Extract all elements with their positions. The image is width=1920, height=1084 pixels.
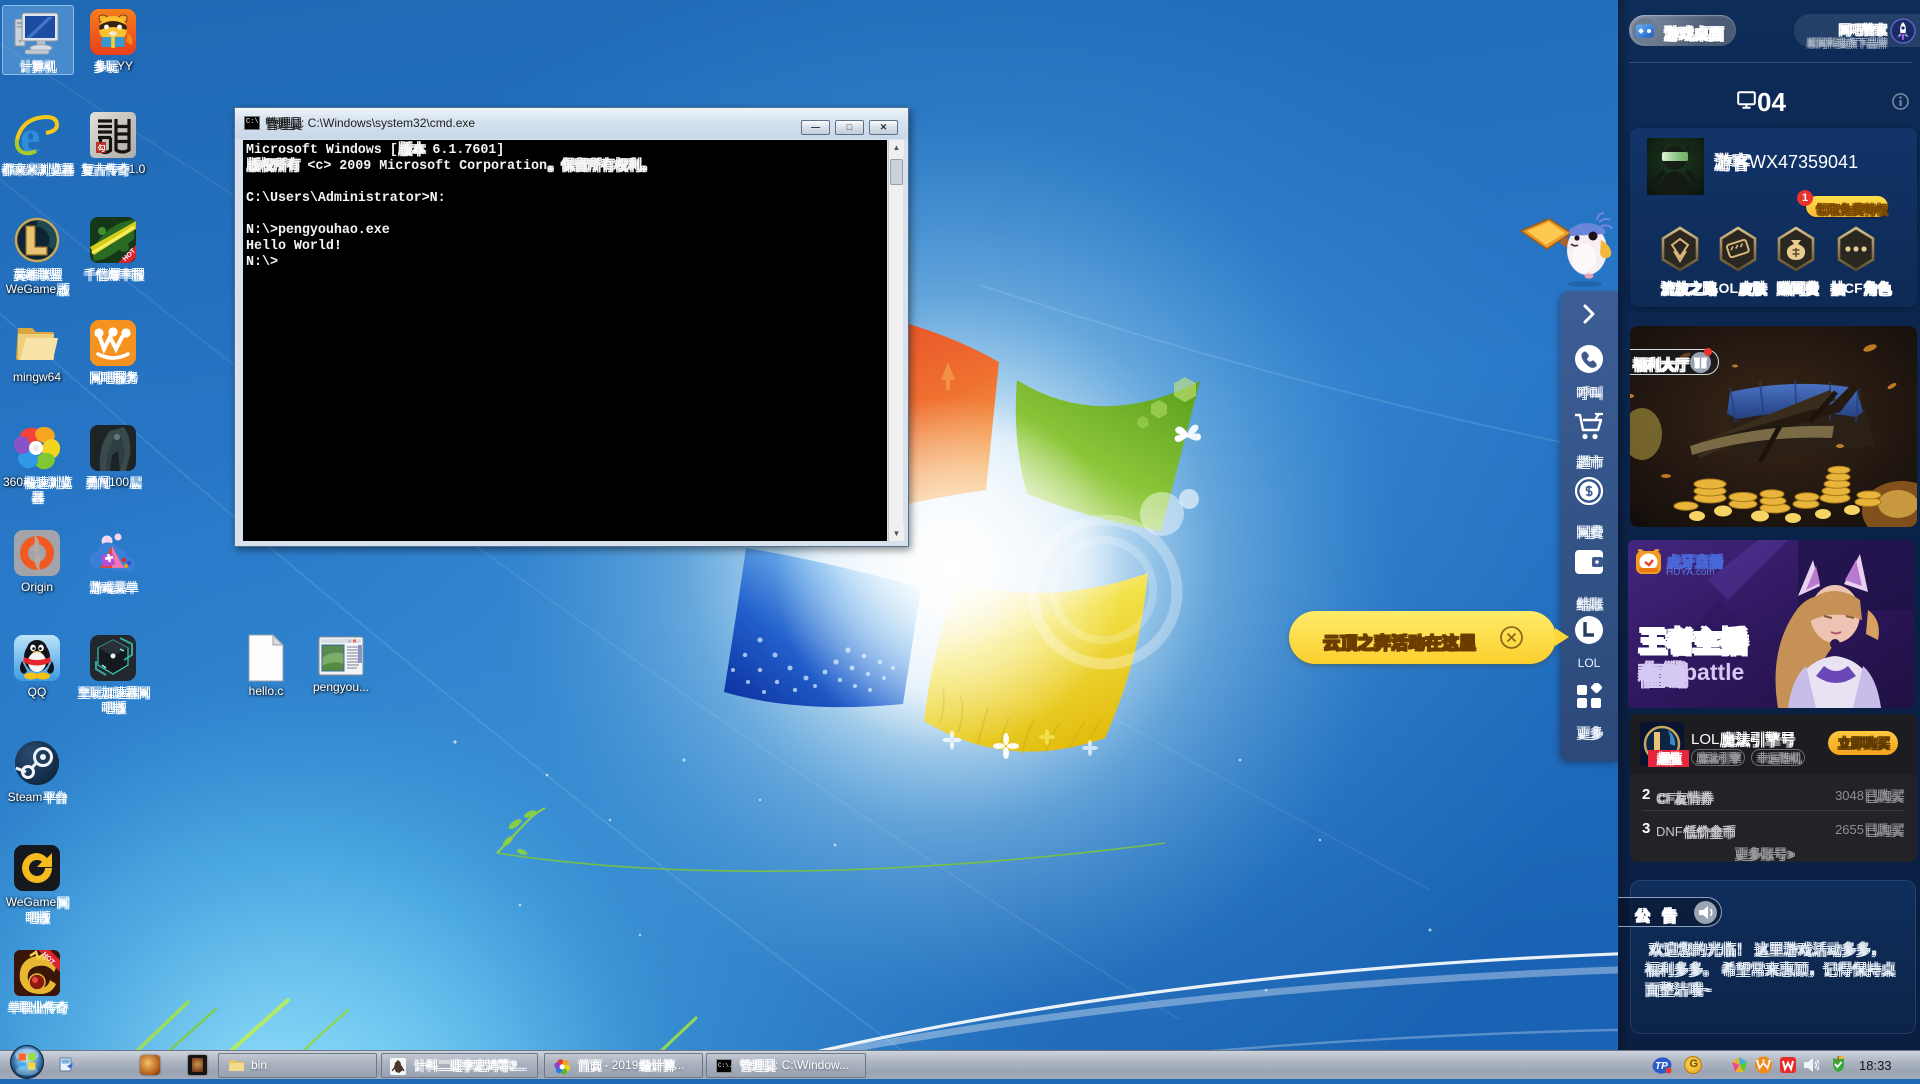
svg-text:勾: 勾 (98, 143, 106, 153)
